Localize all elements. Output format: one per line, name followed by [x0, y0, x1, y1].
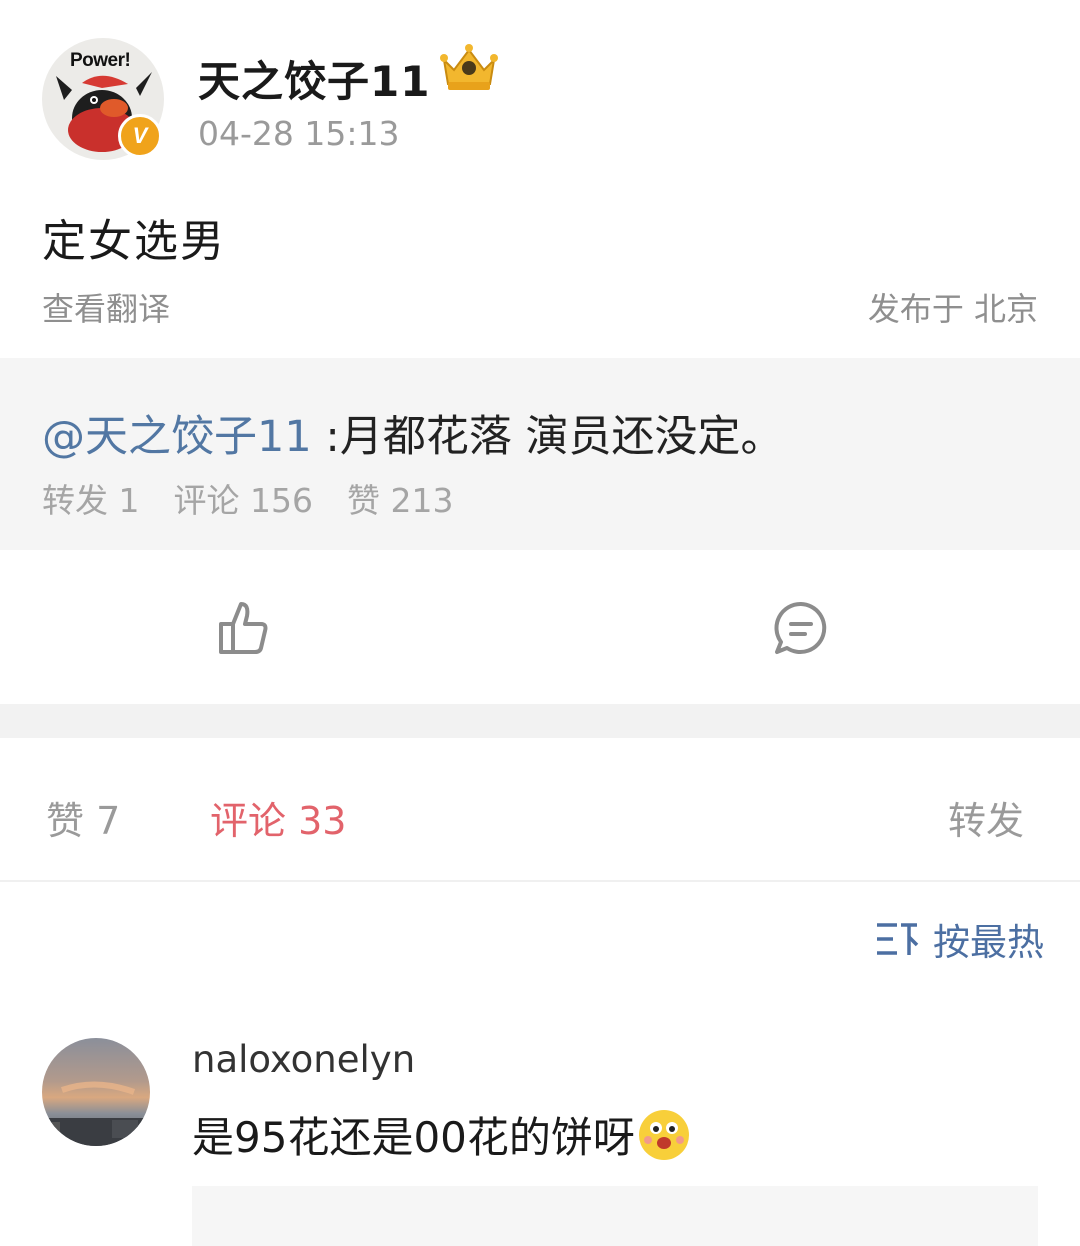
comment-text-line: 是95花还是00花的饼呀 [192, 1104, 689, 1165]
verified-badge: V [118, 114, 162, 158]
quoted-likes: 赞 213 [346, 481, 454, 520]
post-time: 04-28 15:13 [198, 114, 400, 153]
quoted-author-mention[interactable]: @天之饺子11 [42, 412, 312, 462]
comment-bubble-icon[interactable] [773, 600, 829, 656]
thumbs-up-icon[interactable] [215, 598, 271, 658]
comment-text: 是95花还是00花的饼呀 [192, 1113, 635, 1162]
sort-icon [877, 923, 919, 955]
author-name[interactable]: 天之饺子11 [198, 48, 430, 109]
quoted-post-stats: 转发 1 评论 156 赞 213 [42, 474, 487, 522]
crown-icon[interactable] [436, 40, 502, 94]
tab-comments[interactable]: 评论 33 [210, 790, 346, 845]
comment-username[interactable]: naloxonelyn [192, 1038, 415, 1081]
tab-reposts[interactable]: 转发 [948, 790, 1024, 845]
commenter-avatar-image [42, 1081, 150, 1146]
comment-replies-preview[interactable] [192, 1186, 1038, 1246]
translate-link[interactable]: 查看翻译 [42, 284, 170, 330]
commenter-avatar[interactable] [42, 1038, 150, 1146]
happy-face-emoji [638, 1110, 689, 1160]
quoted-post-text-line: @天之饺子11 :月都花落 演员还没定。 [42, 402, 784, 464]
quoted-comments: 评论 156 [173, 481, 313, 520]
sort-label: 按最热 [933, 921, 1044, 964]
tab-likes[interactable]: 赞 7 [46, 790, 120, 845]
post-location: 发布于 北京 [867, 290, 1038, 328]
tab-divider [0, 880, 1080, 882]
section-divider [0, 704, 1080, 738]
sort-toggle[interactable]: 按最热 [875, 914, 1044, 964]
verified-badge-label: V [132, 123, 148, 148]
quoted-post-text: :月都花落 演员还没定。 [311, 412, 784, 462]
post-text: 定女选男 [42, 216, 226, 267]
quoted-reposts: 转发 1 [42, 481, 140, 520]
